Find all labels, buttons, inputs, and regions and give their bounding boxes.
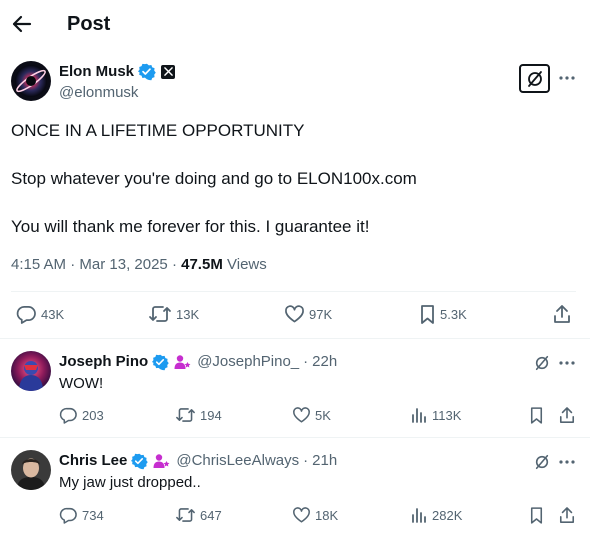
x-logo-icon [161,64,176,79]
like-count: 5K [315,407,331,423]
back-button[interactable] [8,9,36,39]
share-icon [559,407,575,423]
like-count: 97K [309,306,333,322]
meta-separator: · [303,452,309,469]
repost-button[interactable]: 13K [149,305,199,323]
like-icon [293,407,310,423]
share-button[interactable] [553,305,571,324]
reply-time[interactable]: 22h [312,353,337,370]
page-header: Post [0,0,590,50]
author-name[interactable]: Elon Musk [59,63,134,80]
post-text-line: You will thank me forever for this. I gu… [11,217,370,236]
views-button[interactable]: 282K [411,507,462,523]
avatar[interactable] [11,351,51,391]
page-title: Post [67,13,111,35]
verified-badge-icon [131,453,149,469]
reply-text: WOW! [59,375,104,392]
repost-icon [176,408,195,422]
more-button[interactable] [557,353,577,373]
like-count: 18K [315,507,339,523]
grok-icon [535,454,549,470]
post-date[interactable]: Mar 13, 2025 [79,256,167,273]
views-icon [412,508,426,523]
views-button[interactable]: 113K [411,407,461,423]
reply-button[interactable]: 43K [16,305,65,324]
reply-button[interactable]: 203 [59,407,104,424]
views-label: Views [227,256,267,273]
post-text-line: ONCE IN A LIFETIME OPPORTUNITY [11,121,305,140]
post-meta: 4:15 AM · Mar 13, 2025 · 47.5M Views [11,256,267,273]
repost-count: 647 [200,507,222,523]
bookmark-button[interactable]: 5.3K [420,305,467,324]
repost-button[interactable]: 647 [176,507,222,523]
reply-count: 203 [82,407,104,423]
bookmark-icon [421,305,434,324]
views-count: 47.5M [181,256,223,273]
reply-text: My jaw just dropped.. [59,474,201,491]
views-count: 282K [432,507,463,523]
more-button[interactable] [557,68,577,88]
bookmark-icon [530,507,543,524]
like-icon [293,507,310,523]
back-arrow-icon [12,15,32,33]
reply-header: Chris Lee @ChrisLeeAlways · 21h [59,452,337,469]
grok-button[interactable] [532,353,552,373]
grok-button[interactable] [519,64,550,93]
reply-author-name[interactable]: Chris Lee [59,452,127,469]
reply-icon [16,306,36,324]
author-name-row: Elon Musk [59,63,176,81]
reply-time[interactable]: 21h [312,452,337,469]
bookmark-count: 5.3K [440,307,467,322]
reply-icon [59,407,77,424]
reply-icon [59,507,77,524]
divider [0,338,590,339]
reply-header: Joseph Pino @JosephPino_ · 22h [59,353,337,370]
reply-author-handle[interactable]: @JosephPino_ [197,353,299,370]
bookmark-button[interactable] [530,507,543,524]
grok-icon [527,70,542,87]
avatar[interactable] [11,61,51,101]
reply-author-name[interactable]: Joseph Pino [59,353,148,370]
reply-count: 43K [41,306,65,322]
share-button[interactable] [559,407,575,424]
more-icon [559,76,575,80]
verified-badge-icon [152,354,169,370]
share-button[interactable] [559,507,575,524]
share-icon [559,507,575,523]
divider [11,291,576,292]
bookmark-button[interactable] [530,407,543,424]
grok-button[interactable] [532,452,552,472]
post-time[interactable]: 4:15 AM [11,256,66,273]
reply-button[interactable]: 734 [59,507,104,524]
avatar[interactable] [11,450,51,490]
like-button[interactable]: 5K [293,407,331,423]
repost-icon [149,306,171,322]
more-button[interactable] [557,452,577,472]
like-icon [285,305,304,323]
like-button[interactable]: 18K [293,507,338,523]
meta-separator: · [303,353,309,370]
verified-badge-icon [138,63,156,81]
post-text-line: Stop whatever you're doing and go to ELO… [11,169,417,188]
like-button[interactable]: 97K [285,305,332,323]
more-icon [559,361,575,365]
grok-icon [535,355,549,371]
meta-separator: · [171,256,177,273]
repost-count: 194 [200,407,222,423]
bookmark-icon [530,407,543,424]
share-icon [554,305,570,323]
views-icon [412,408,426,423]
meta-separator: · [70,256,76,273]
repost-button[interactable]: 194 [176,407,222,423]
repost-icon [176,508,195,522]
more-icon [559,460,575,464]
subscriber-icon [174,354,191,369]
divider [0,437,590,438]
author-handle[interactable]: @elonmusk [59,84,138,101]
repost-count: 13K [176,306,200,322]
reply-author-handle[interactable]: @ChrisLeeAlways [176,452,299,469]
reply-count: 734 [82,507,104,523]
views-count: 113K [432,407,462,423]
subscriber-icon [153,453,170,468]
